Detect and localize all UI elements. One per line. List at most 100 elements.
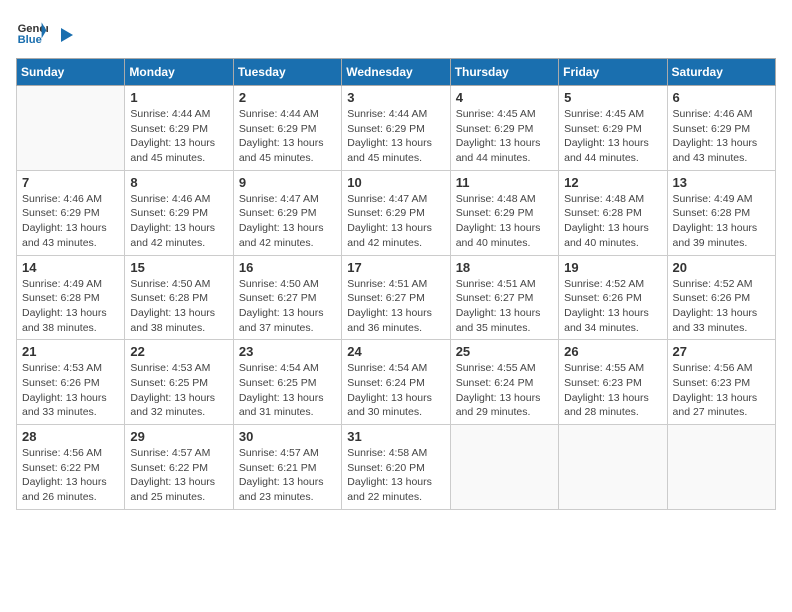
day-info: Sunrise: 4:52 AM Sunset: 6:26 PM Dayligh… (564, 277, 661, 336)
calendar-cell: 16 Sunrise: 4:50 AM Sunset: 6:27 PM Dayli… (233, 255, 341, 340)
day-number: 20 (673, 260, 770, 275)
calendar-cell (667, 425, 775, 510)
column-header-tuesday: Tuesday (233, 59, 341, 86)
day-number: 1 (130, 90, 227, 105)
day-number: 24 (347, 344, 444, 359)
day-info: Sunrise: 4:44 AM Sunset: 6:29 PM Dayligh… (347, 107, 444, 166)
calendar-cell: 12Sunrise: 4:48 AM Sunset: 6:28 PM Dayli… (559, 170, 667, 255)
week-row-2: 7 Sunrise: 4:46 AM Sunset: 6:29 PM Daylig… (17, 170, 776, 255)
day-number: 5 (564, 90, 661, 105)
day-number: 11 (456, 175, 553, 190)
day-number: 31 (347, 429, 444, 444)
logo-triangle (53, 24, 75, 46)
day-info: Sunrise: 4:48 AM Sunset: 6:29 PM Dayligh… (456, 192, 553, 251)
calendar-cell (17, 86, 125, 171)
calendar-cell: 22 Sunrise: 4:53 AM Sunset: 6:25 PM Dayli… (125, 340, 233, 425)
calendar-cell: 10 Sunrise: 4:47 AM Sunset: 6:29 PM Dayli… (342, 170, 450, 255)
column-header-friday: Friday (559, 59, 667, 86)
calendar-cell: 9Sunrise: 4:47 AM Sunset: 6:29 PM Daylig… (233, 170, 341, 255)
day-number: 13 (673, 175, 770, 190)
calendar-cell: 24 Sunrise: 4:54 AM Sunset: 6:24 PM Dayli… (342, 340, 450, 425)
day-number: 9 (239, 175, 336, 190)
day-info: Sunrise: 4:55 AM Sunset: 6:23 PM Dayligh… (564, 361, 661, 420)
day-info: Sunrise: 4:46 AM Sunset: 6:29 PM Dayligh… (130, 192, 227, 251)
calendar-cell: 18Sunrise: 4:51 AM Sunset: 6:27 PM Dayli… (450, 255, 558, 340)
day-info: Sunrise: 4:56 AM Sunset: 6:23 PM Dayligh… (673, 361, 770, 420)
day-number: 27 (673, 344, 770, 359)
day-number: 22 (130, 344, 227, 359)
day-number: 19 (564, 260, 661, 275)
week-row-5: 28 Sunrise: 4:56 AM Sunset: 6:22 PM Dayli… (17, 425, 776, 510)
day-info: Sunrise: 4:47 AM Sunset: 6:29 PM Dayligh… (347, 192, 444, 251)
calendar-cell: 25 Sunrise: 4:55 AM Sunset: 6:24 PM Dayli… (450, 340, 558, 425)
calendar-cell: 20Sunrise: 4:52 AM Sunset: 6:26 PM Dayli… (667, 255, 775, 340)
column-header-sunday: Sunday (17, 59, 125, 86)
day-info: Sunrise: 4:54 AM Sunset: 6:24 PM Dayligh… (347, 361, 444, 420)
calendar-table: SundayMondayTuesdayWednesdayThursdayFrid… (16, 58, 776, 510)
column-header-monday: Monday (125, 59, 233, 86)
day-info: Sunrise: 4:50 AM Sunset: 6:27 PM Dayligh… (239, 277, 336, 336)
calendar-cell: 21Sunrise: 4:53 AM Sunset: 6:26 PM Dayli… (17, 340, 125, 425)
day-number: 26 (564, 344, 661, 359)
day-info: Sunrise: 4:55 AM Sunset: 6:24 PM Dayligh… (456, 361, 553, 420)
calendar-cell: 13 Sunrise: 4:49 AM Sunset: 6:28 PM Dayli… (667, 170, 775, 255)
day-number: 29 (130, 429, 227, 444)
day-number: 15 (130, 260, 227, 275)
day-info: Sunrise: 4:54 AM Sunset: 6:25 PM Dayligh… (239, 361, 336, 420)
day-info: Sunrise: 4:56 AM Sunset: 6:22 PM Dayligh… (22, 446, 119, 505)
calendar-cell: 17 Sunrise: 4:51 AM Sunset: 6:27 PM Dayli… (342, 255, 450, 340)
day-info: Sunrise: 4:49 AM Sunset: 6:28 PM Dayligh… (22, 277, 119, 336)
calendar-cell: 4 Sunrise: 4:45 AM Sunset: 6:29 PM Daylig… (450, 86, 558, 171)
day-number: 12 (564, 175, 661, 190)
calendar-cell: 30Sunrise: 4:57 AM Sunset: 6:21 PM Dayli… (233, 425, 341, 510)
day-info: Sunrise: 4:45 AM Sunset: 6:29 PM Dayligh… (564, 107, 661, 166)
day-info: Sunrise: 4:51 AM Sunset: 6:27 PM Dayligh… (456, 277, 553, 336)
calendar-cell: 2Sunrise: 4:44 AM Sunset: 6:29 PM Daylig… (233, 86, 341, 171)
day-number: 17 (347, 260, 444, 275)
header: General Blue (16, 16, 776, 48)
svg-text:Blue: Blue (18, 34, 42, 46)
week-row-3: 14 Sunrise: 4:49 AM Sunset: 6:28 PM Dayli… (17, 255, 776, 340)
week-row-4: 21Sunrise: 4:53 AM Sunset: 6:26 PM Dayli… (17, 340, 776, 425)
column-header-wednesday: Wednesday (342, 59, 450, 86)
day-number: 10 (347, 175, 444, 190)
calendar-cell: 26 Sunrise: 4:55 AM Sunset: 6:23 PM Dayli… (559, 340, 667, 425)
calendar-cell: 3 Sunrise: 4:44 AM Sunset: 6:29 PM Daylig… (342, 86, 450, 171)
calendar-cell: 8 Sunrise: 4:46 AM Sunset: 6:29 PM Daylig… (125, 170, 233, 255)
calendar-cell: 1 Sunrise: 4:44 AM Sunset: 6:29 PM Daylig… (125, 86, 233, 171)
day-number: 2 (239, 90, 336, 105)
week-row-1: 1 Sunrise: 4:44 AM Sunset: 6:29 PM Daylig… (17, 86, 776, 171)
calendar-cell: 14 Sunrise: 4:49 AM Sunset: 6:28 PM Dayli… (17, 255, 125, 340)
calendar-cell: 31Sunrise: 4:58 AM Sunset: 6:20 PM Dayli… (342, 425, 450, 510)
day-info: Sunrise: 4:50 AM Sunset: 6:28 PM Dayligh… (130, 277, 227, 336)
day-info: Sunrise: 4:44 AM Sunset: 6:29 PM Dayligh… (130, 107, 227, 166)
day-number: 8 (130, 175, 227, 190)
calendar-cell (450, 425, 558, 510)
day-number: 25 (456, 344, 553, 359)
day-info: Sunrise: 4:53 AM Sunset: 6:26 PM Dayligh… (22, 361, 119, 420)
day-info: Sunrise: 4:51 AM Sunset: 6:27 PM Dayligh… (347, 277, 444, 336)
day-number: 28 (22, 429, 119, 444)
day-number: 3 (347, 90, 444, 105)
calendar-cell: 5 Sunrise: 4:45 AM Sunset: 6:29 PM Daylig… (559, 86, 667, 171)
day-number: 6 (673, 90, 770, 105)
day-info: Sunrise: 4:49 AM Sunset: 6:28 PM Dayligh… (673, 192, 770, 251)
column-header-thursday: Thursday (450, 59, 558, 86)
calendar-cell: 28 Sunrise: 4:56 AM Sunset: 6:22 PM Dayli… (17, 425, 125, 510)
day-number: 16 (239, 260, 336, 275)
calendar-cell (559, 425, 667, 510)
calendar-cell: 19 Sunrise: 4:52 AM Sunset: 6:26 PM Dayli… (559, 255, 667, 340)
day-number: 4 (456, 90, 553, 105)
day-info: Sunrise: 4:46 AM Sunset: 6:29 PM Dayligh… (22, 192, 119, 251)
logo-icon: General Blue (16, 16, 48, 48)
day-number: 7 (22, 175, 119, 190)
calendar-cell: 6Sunrise: 4:46 AM Sunset: 6:29 PM Daylig… (667, 86, 775, 171)
calendar-cell: 23Sunrise: 4:54 AM Sunset: 6:25 PM Dayli… (233, 340, 341, 425)
calendar-cell: 27 Sunrise: 4:56 AM Sunset: 6:23 PM Dayli… (667, 340, 775, 425)
column-header-saturday: Saturday (667, 59, 775, 86)
day-info: Sunrise: 4:45 AM Sunset: 6:29 PM Dayligh… (456, 107, 553, 166)
day-number: 14 (22, 260, 119, 275)
calendar-cell: 7 Sunrise: 4:46 AM Sunset: 6:29 PM Daylig… (17, 170, 125, 255)
day-info: Sunrise: 4:57 AM Sunset: 6:21 PM Dayligh… (239, 446, 336, 505)
day-info: Sunrise: 4:53 AM Sunset: 6:25 PM Dayligh… (130, 361, 227, 420)
